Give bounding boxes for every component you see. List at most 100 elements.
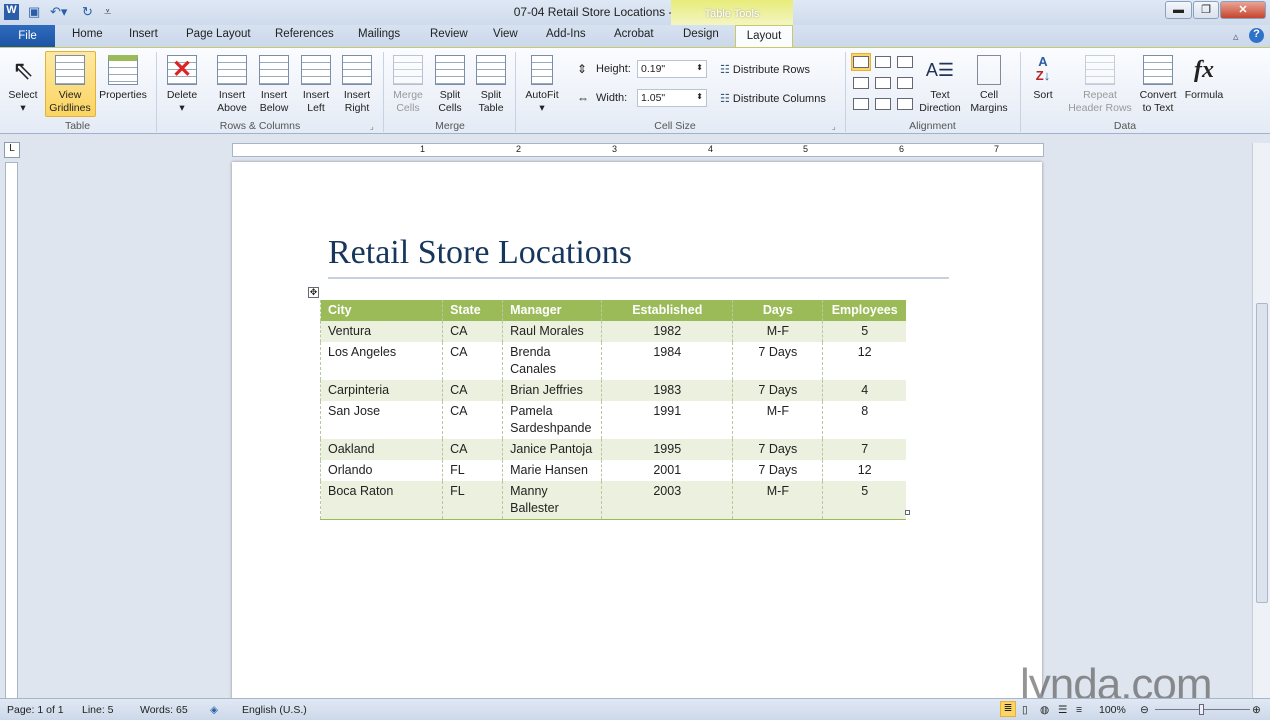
- close-button[interactable]: ✕: [1220, 1, 1266, 19]
- cell-city[interactable]: Carpinteria: [319, 380, 443, 401]
- table-resize-handle[interactable]: [905, 510, 910, 515]
- align-bottom-center-button[interactable]: [875, 98, 891, 110]
- cell-city[interactable]: Boca Raton: [319, 481, 443, 520]
- tab-view[interactable]: View: [493, 28, 518, 40]
- text-direction-button[interactable]: A☰ Text Direction: [917, 55, 963, 115]
- convert-to-text-button[interactable]: Convert to Text: [1137, 55, 1179, 115]
- document-title[interactable]: Retail Store Locations: [328, 234, 632, 272]
- zoom-level[interactable]: 100%: [1099, 704, 1126, 716]
- cell-margins-button[interactable]: Cell Margins: [966, 55, 1012, 115]
- cell-city[interactable]: San Jose: [319, 401, 443, 439]
- merge-cells-button[interactable]: Merge Cells: [388, 55, 428, 115]
- cell-state[interactable]: FL: [442, 481, 503, 520]
- store-table[interactable]: City State Manager Established Days Empl…: [319, 300, 906, 520]
- align-top-center-button[interactable]: [875, 56, 891, 68]
- tab-page-layout[interactable]: Page Layout: [186, 28, 251, 40]
- cell-days[interactable]: M-F: [732, 321, 823, 342]
- cell-days[interactable]: 7 Days: [732, 460, 823, 481]
- draft-view-icon[interactable]: ≡: [1076, 704, 1082, 716]
- cell-state[interactable]: CA: [442, 380, 503, 401]
- tab-mailings[interactable]: Mailings: [358, 28, 400, 40]
- align-top-right-button[interactable]: [897, 56, 913, 68]
- tab-layout[interactable]: Layout: [735, 25, 793, 48]
- tab-acrobat[interactable]: Acrobat: [614, 28, 654, 40]
- align-center-button[interactable]: [875, 77, 891, 89]
- cell-employees[interactable]: 8: [822, 401, 906, 439]
- view-gridlines-content[interactable]: View Gridlines: [46, 55, 94, 115]
- web-layout-view-icon[interactable]: ◍: [1040, 704, 1049, 716]
- cell-state[interactable]: CA: [442, 401, 503, 439]
- cell-employees[interactable]: 7: [822, 439, 906, 460]
- cell-days[interactable]: M-F: [732, 401, 823, 439]
- sort-button[interactable]: A Z↓ Sort: [1025, 55, 1061, 102]
- properties-button[interactable]: Properties: [96, 55, 150, 102]
- cell-manager[interactable]: Pamela Sardeshpande: [502, 401, 602, 439]
- cell-city[interactable]: Oakland: [319, 439, 443, 460]
- autofit-button[interactable]: AutoFit ▾: [520, 55, 564, 115]
- delete-button[interactable]: ✕ Delete ▾: [162, 55, 202, 115]
- cell-manager[interactable]: Brenda Canales: [502, 342, 602, 380]
- tab-review[interactable]: Review: [430, 28, 468, 40]
- cell-days[interactable]: M-F: [732, 481, 823, 520]
- rows-columns-launcher-icon[interactable]: ⌟: [370, 122, 374, 131]
- tab-insert[interactable]: Insert: [129, 28, 158, 40]
- cell-established[interactable]: 1984: [601, 342, 733, 380]
- cell-city[interactable]: Ventura: [319, 321, 443, 342]
- word-count[interactable]: Words: 65: [140, 704, 188, 716]
- cell-city[interactable]: Orlando: [319, 460, 443, 481]
- align-center-right-button[interactable]: [897, 77, 913, 89]
- table-move-handle-icon[interactable]: ✥: [308, 287, 319, 298]
- print-layout-view-icon[interactable]: ≣: [1000, 701, 1016, 717]
- tab-selector-icon[interactable]: L: [4, 142, 20, 158]
- tab-references[interactable]: References: [275, 28, 334, 40]
- insert-right-button[interactable]: Insert Right: [337, 55, 377, 115]
- cell-state[interactable]: CA: [442, 321, 503, 342]
- vertical-scrollbar[interactable]: [1252, 143, 1270, 698]
- outline-view-icon[interactable]: ☰: [1058, 704, 1067, 716]
- tab-file[interactable]: File: [0, 25, 55, 47]
- minimize-ribbon-icon[interactable]: ▵: [1233, 30, 1239, 43]
- scrollbar-thumb[interactable]: [1256, 303, 1268, 603]
- cell-employees[interactable]: 4: [822, 380, 906, 401]
- zoom-out-icon[interactable]: ⊖: [1140, 704, 1149, 716]
- minimize-button[interactable]: ▬: [1165, 1, 1192, 19]
- cell-days[interactable]: 7 Days: [732, 342, 823, 380]
- zoom-in-icon[interactable]: ⊕: [1252, 704, 1261, 716]
- split-cells-button[interactable]: Split Cells: [430, 55, 470, 115]
- insert-left-button[interactable]: Insert Left: [296, 55, 336, 115]
- cell-state[interactable]: CA: [442, 342, 503, 380]
- cell-employees[interactable]: 5: [822, 481, 906, 520]
- insert-above-button[interactable]: Insert Above: [212, 55, 252, 115]
- cell-state[interactable]: FL: [442, 460, 503, 481]
- cell-employees[interactable]: 12: [822, 342, 906, 380]
- align-bottom-right-button[interactable]: [897, 98, 913, 110]
- cell-employees[interactable]: 5: [822, 321, 906, 342]
- distribute-columns-button[interactable]: ☷ Distribute Columns: [720, 92, 826, 105]
- language[interactable]: English (U.S.): [242, 704, 307, 716]
- align-bottom-left-button[interactable]: [853, 98, 869, 110]
- help-icon[interactable]: ?: [1249, 28, 1264, 43]
- cell-established[interactable]: 2001: [601, 460, 733, 481]
- cell-established[interactable]: 2003: [601, 481, 733, 520]
- tab-design[interactable]: Design: [683, 28, 719, 40]
- vertical-ruler[interactable]: [5, 162, 18, 702]
- select-button[interactable]: ⇖ Select ▾: [4, 55, 42, 115]
- proofing-icon[interactable]: ◈: [210, 704, 218, 716]
- restore-button[interactable]: ❐: [1193, 1, 1219, 19]
- height-spinner[interactable]: ⬍: [696, 63, 703, 72]
- full-screen-view-icon[interactable]: ▯: [1022, 704, 1028, 716]
- cell-manager[interactable]: Raul Morales: [502, 321, 602, 342]
- height-input[interactable]: 0.19" ⬍: [637, 60, 707, 78]
- cell-days[interactable]: 7 Days: [732, 439, 823, 460]
- cell-state[interactable]: CA: [442, 439, 503, 460]
- tab-home[interactable]: Home: [72, 28, 103, 40]
- cell-manager[interactable]: Brian Jeffries: [502, 380, 602, 401]
- repeat-header-rows-button[interactable]: Repeat Header Rows: [1064, 55, 1136, 115]
- tab-add-ins[interactable]: Add-Ins: [546, 28, 586, 40]
- cell-employees[interactable]: 12: [822, 460, 906, 481]
- cell-size-launcher-icon[interactable]: ⌟: [832, 122, 836, 131]
- align-center-left-button[interactable]: [853, 77, 869, 89]
- cell-established[interactable]: 1991: [601, 401, 733, 439]
- width-spinner[interactable]: ⬍: [696, 92, 703, 101]
- cell-established[interactable]: 1983: [601, 380, 733, 401]
